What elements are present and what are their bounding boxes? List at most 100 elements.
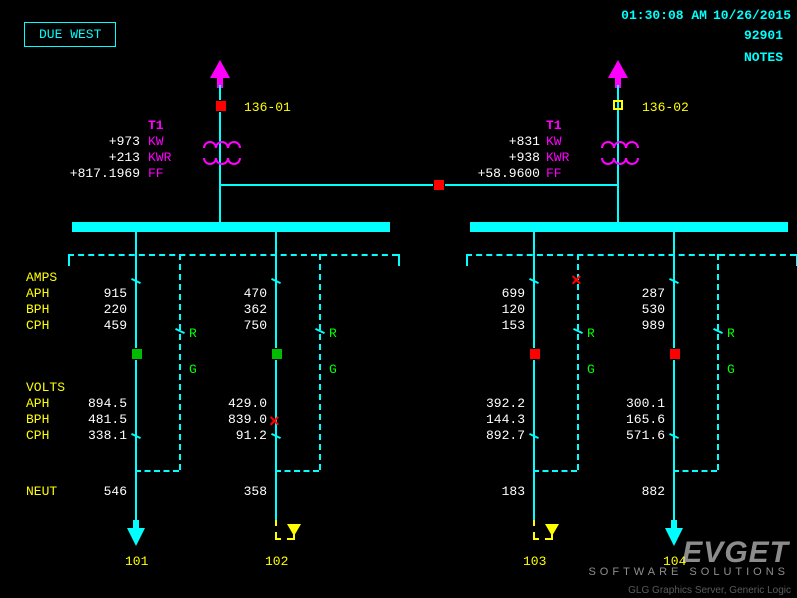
amps-val: 459: [79, 318, 127, 333]
line: [617, 184, 619, 222]
amps-val: 153: [477, 318, 525, 333]
row-label: BPH: [26, 302, 49, 317]
logo-text: EVGET: [588, 536, 789, 570]
r-label: R: [587, 326, 595, 341]
transformer-icon: [200, 140, 240, 166]
row-label: APH: [26, 396, 49, 411]
row-label: APH: [26, 286, 49, 301]
dash-bus: [466, 254, 796, 256]
feeder-line: [533, 232, 535, 520]
amps-val: 220: [79, 302, 127, 317]
row-label: VOLTS: [26, 380, 65, 395]
feeder-breaker-icon[interactable]: [669, 348, 681, 360]
row-label: BPH: [26, 412, 49, 427]
busbar-right: [470, 222, 788, 232]
arrow-down-icon: [545, 522, 559, 536]
arrow-down-icon: [127, 520, 145, 546]
amps-val: 699: [477, 286, 525, 301]
r-label: R: [727, 326, 735, 341]
neut-val: 546: [79, 484, 127, 499]
volts-val: 144.3: [477, 412, 525, 427]
fault-x-icon: ×: [269, 418, 280, 428]
breaker-closed-icon[interactable]: [215, 100, 227, 112]
dash-bus: [68, 254, 398, 256]
transformer-icon: [598, 140, 638, 166]
tie-line: [219, 184, 619, 186]
volts-val: 481.5: [79, 412, 127, 427]
amps-val: 915: [79, 286, 127, 301]
switch-label: 136-01: [244, 100, 291, 115]
feeder-dash: [179, 254, 181, 470]
feeder-dash: [673, 470, 717, 472]
busbar-left: [72, 222, 390, 232]
volts-val: 338.1: [79, 428, 127, 443]
row-label: CPH: [26, 318, 49, 333]
out-dash: [275, 520, 277, 538]
volts-val: 429.0: [219, 396, 267, 411]
t-lbl: FF: [148, 166, 164, 181]
dash: [398, 254, 400, 266]
amps-val: 750: [219, 318, 267, 333]
dash: [466, 254, 468, 266]
out-dash: [275, 538, 293, 540]
t-lbl: KWR: [546, 150, 569, 165]
feeder-breaker-icon[interactable]: [271, 348, 283, 360]
feeder-out-label: 102: [265, 554, 288, 569]
station-box: DUE WEST: [24, 22, 116, 47]
feeder-dash: [135, 470, 179, 472]
amps-val: 530: [617, 302, 665, 317]
t-val: +58.9600: [458, 166, 540, 181]
neut-val: 358: [219, 484, 267, 499]
g-label: G: [587, 362, 595, 377]
out-dash: [533, 520, 535, 538]
amps-val: 362: [219, 302, 267, 317]
amps-val: 287: [617, 286, 665, 301]
r-label: R: [189, 326, 197, 341]
t-val: +831: [458, 134, 540, 149]
volts-val: 839.0: [219, 412, 267, 427]
feeder-line: [135, 232, 137, 520]
volts-val: 892.7: [477, 428, 525, 443]
arrow-up-icon: [608, 60, 628, 88]
logo-sub: SOFTWARE SOLUTIONS: [588, 566, 789, 578]
breaker-open-icon[interactable]: [613, 100, 623, 110]
amps-val: 989: [617, 318, 665, 333]
arrow-down-icon: [287, 522, 301, 536]
feeder-line: [673, 232, 675, 520]
feeder-dash: [717, 254, 719, 470]
feeder-dash: [533, 470, 577, 472]
volts-val: 894.5: [79, 396, 127, 411]
neut-val: 882: [617, 484, 665, 499]
time: 01:30:08 AM: [621, 8, 707, 23]
volts-val: 571.6: [617, 428, 665, 443]
volts-val: 392.2: [477, 396, 525, 411]
amps-val: 470: [219, 286, 267, 301]
line: [219, 184, 221, 222]
t-val: +973: [58, 134, 140, 149]
amps-val: 120: [477, 302, 525, 317]
volts-val: 91.2: [219, 428, 267, 443]
g-label: G: [727, 362, 735, 377]
vendor-logo: EVGET SOFTWARE SOLUTIONS: [588, 536, 789, 578]
feeder-breaker-icon[interactable]: [529, 348, 541, 360]
arrow-up-icon: [210, 60, 230, 88]
t-val: +817.1969: [58, 166, 140, 181]
fault-x-icon: ×: [571, 277, 582, 287]
g-label: G: [329, 362, 337, 377]
out-dash: [533, 538, 551, 540]
feeder-breaker-icon[interactable]: [131, 348, 143, 360]
row-label: NEUT: [26, 484, 57, 499]
notes-link[interactable]: NOTES: [744, 50, 783, 65]
date: 10/26/2015: [713, 8, 791, 23]
footer-text: GLG Graphics Server, Generic Logic: [628, 585, 791, 596]
t-val: +213: [58, 150, 140, 165]
t-id: T1: [546, 118, 562, 133]
feeder-out-label: 101: [125, 554, 148, 569]
r-label: R: [329, 326, 337, 341]
row-label: AMPS: [26, 270, 57, 285]
t-lbl: KW: [148, 134, 164, 149]
tie-breaker-icon[interactable]: [433, 179, 445, 191]
station-code: 92901: [744, 28, 783, 43]
row-label: CPH: [26, 428, 49, 443]
feeder-out-label: 103: [523, 554, 546, 569]
